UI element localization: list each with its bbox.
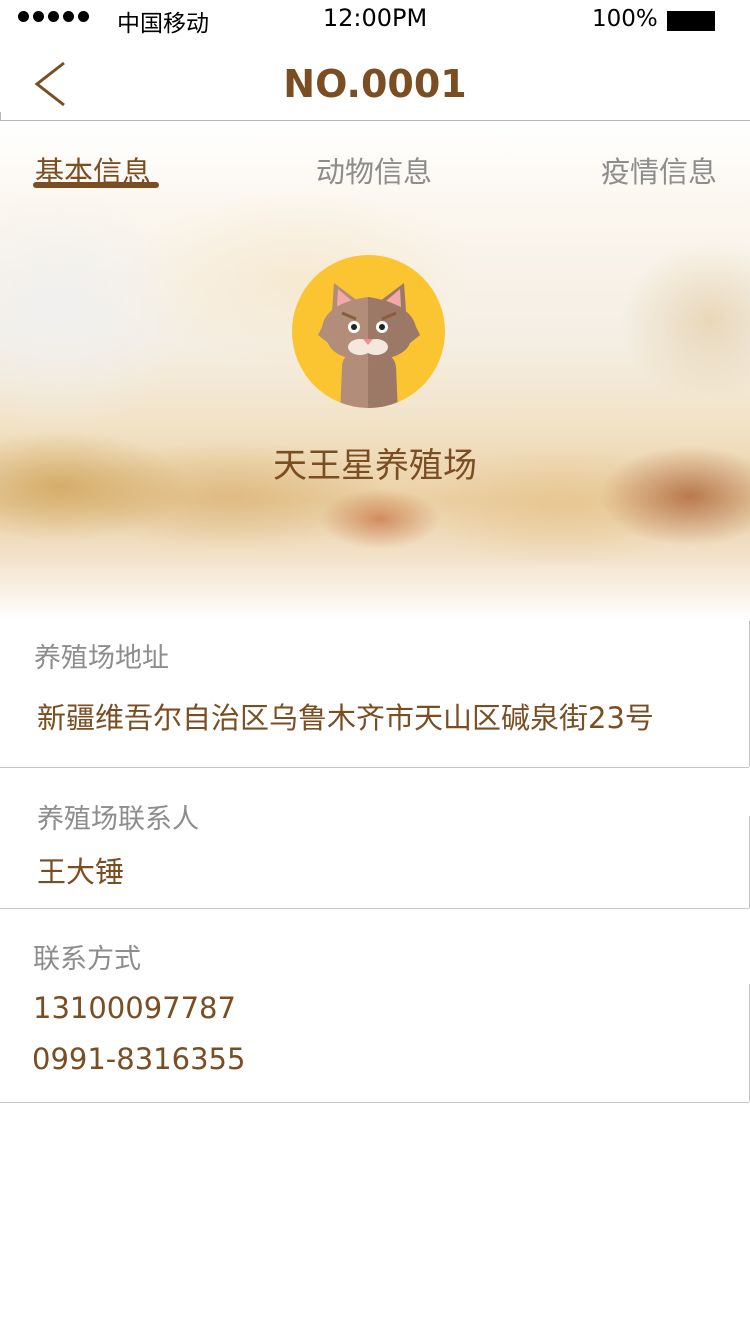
farm-name: 天王星养殖场 [273, 446, 477, 486]
contact-method-label: 联系方式 [33, 944, 141, 975]
battery-icon [667, 11, 715, 31]
contact-person-section: 养殖场联系人 王大锤 [0, 768, 750, 909]
mobile-phone-number[interactable]: 13100097787 [33, 991, 236, 1025]
tab-epidemic-info[interactable]: 疫情信息 [601, 149, 717, 191]
address-label: 养殖场地址 [34, 643, 169, 674]
landline-phone-number[interactable]: 0991-8316355 [32, 1042, 245, 1076]
cat-avatar-icon [292, 255, 445, 408]
tab-bar: 基本信息 动物信息 疫情信息 [0, 121, 750, 201]
active-tab-indicator [33, 182, 159, 188]
contact-person-value: 王大锤 [37, 855, 125, 889]
contact-person-label: 养殖场联系人 [37, 804, 199, 835]
page-title: NO.0001 [283, 62, 467, 106]
nav-bar: NO.0001 [0, 40, 750, 122]
status-bar: 中国移动 12:00PM 100% [0, 0, 750, 40]
battery-percentage: 100% [592, 6, 658, 32]
address-value: 新疆维吾尔自治区乌鲁木齐市天山区碱泉街23号 [37, 701, 654, 735]
contact-method-section: 联系方式 13100097787 0991-8316355 [0, 909, 750, 1103]
tab-animal-info[interactable]: 动物信息 [316, 149, 432, 191]
address-section: 养殖场地址 新疆维吾尔自治区乌鲁木齐市天山区碱泉街23号 [0, 621, 750, 768]
